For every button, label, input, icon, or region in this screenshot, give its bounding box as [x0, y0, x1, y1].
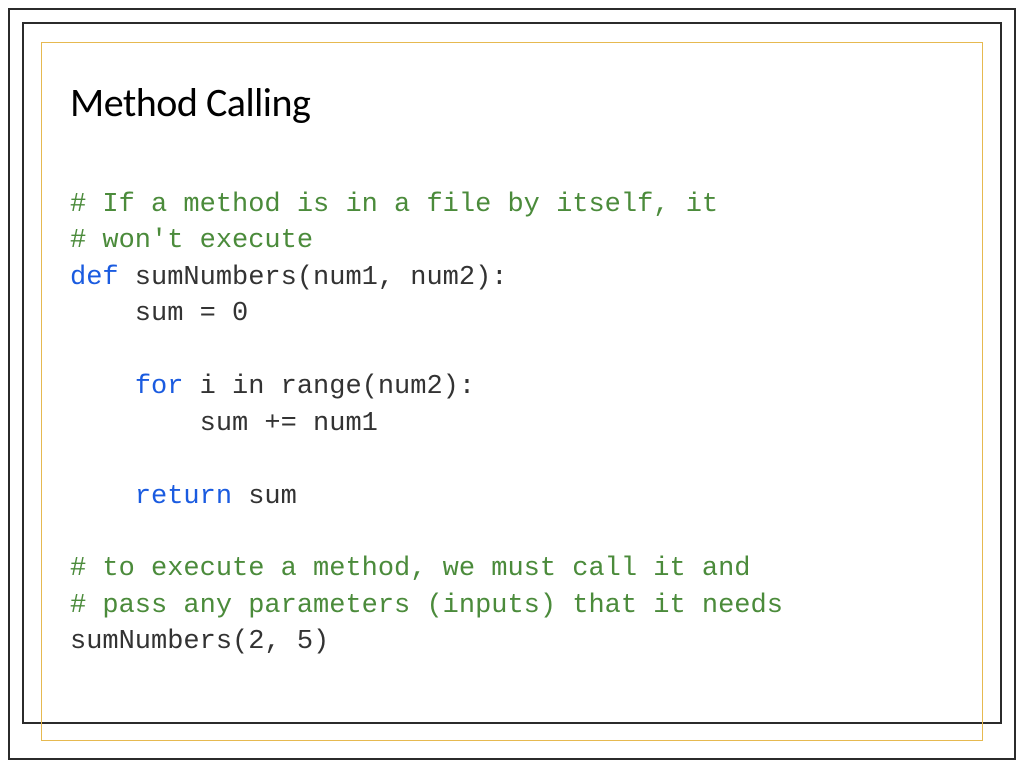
code-text: sum — [232, 482, 297, 512]
code-block: # If a method is in a file by itself, it… — [70, 187, 954, 661]
code-comment-line: # to execute a method, we must call it a… — [70, 554, 751, 584]
code-text: sumNumbers(2, 5) — [70, 627, 329, 657]
code-indent — [70, 482, 135, 512]
code-comment-line: # If a method is in a file by itself, it — [70, 190, 718, 220]
code-comment-line: # pass any parameters (inputs) that it n… — [70, 591, 783, 621]
code-comment-line: # won't execute — [70, 226, 313, 256]
code-keyword-def: def — [70, 263, 119, 293]
slide-content: Method Calling # If a method is in a fil… — [70, 78, 954, 661]
code-indent — [70, 372, 135, 402]
code-text: sumNumbers(num1, num2): — [119, 263, 508, 293]
code-keyword-return: return — [135, 482, 232, 512]
code-keyword-for: for — [135, 372, 184, 402]
slide-title: Method Calling — [70, 78, 954, 127]
code-text: sum = 0 — [70, 299, 248, 329]
code-text: i in range(num2): — [183, 372, 475, 402]
code-text: sum += num1 — [70, 409, 378, 439]
